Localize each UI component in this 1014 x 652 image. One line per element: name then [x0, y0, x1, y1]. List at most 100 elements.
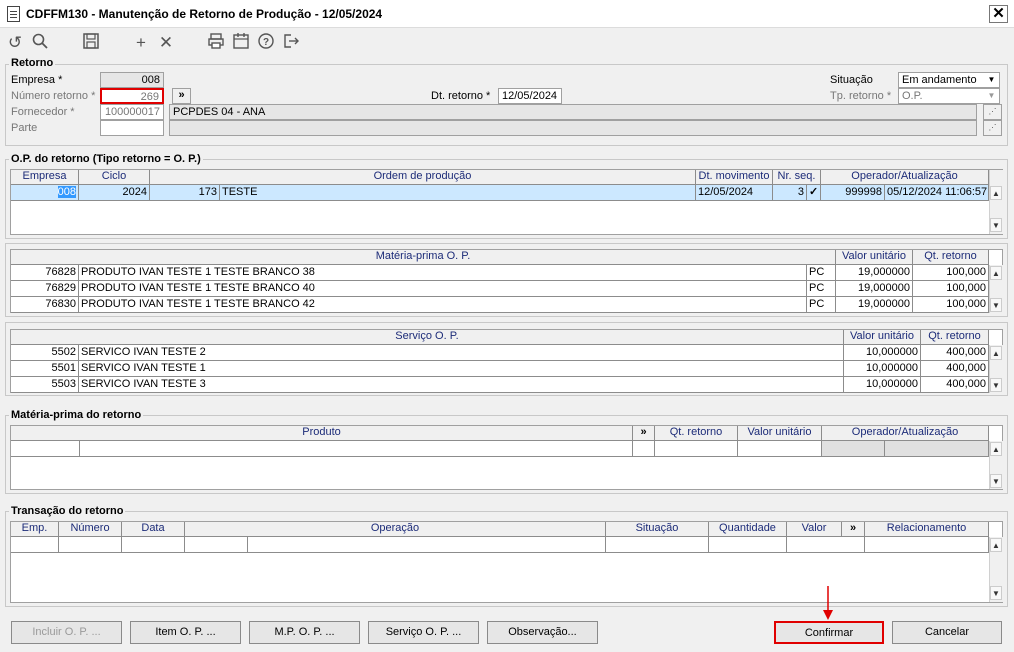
undo-icon[interactable]: ↺: [4, 32, 26, 54]
servico-op-header-valor[interactable]: Valor unitário: [844, 330, 921, 345]
svc-valor: 10,000000: [844, 361, 921, 377]
transacao-header-nav[interactable]: »: [842, 522, 865, 537]
op-header-operador[interactable]: Operador/Atualização: [821, 170, 989, 185]
parte-lookup-button[interactable]: ⋰: [983, 120, 1002, 136]
materia-op-header-qt[interactable]: Qt. retorno: [913, 250, 989, 265]
mp-qt: 100,000: [913, 265, 989, 281]
materia-ret-header-nav[interactable]: »: [633, 426, 655, 441]
chevron-down-icon[interactable]: ▼: [984, 89, 999, 103]
transacao-header-relacionamento[interactable]: Relacionamento: [865, 522, 989, 537]
svc-qt: 400,000: [921, 377, 989, 393]
materia-op-header-produto[interactable]: Matéria-prima O. P.: [11, 250, 836, 265]
tr-empty-cell[interactable]: [709, 537, 787, 553]
cancelar-button[interactable]: Cancelar: [892, 621, 1002, 644]
svc-valor: 10,000000: [844, 377, 921, 393]
tr-empty-cell[interactable]: [606, 537, 709, 553]
scroll-down-icon[interactable]: ▼: [990, 218, 1002, 232]
transacao-header-situacao[interactable]: Situação: [606, 522, 709, 537]
op-header-dt-movimento[interactable]: Dt. movimento: [696, 170, 773, 185]
table-row[interactable]: 76830 PRODUTO IVAN TESTE 1 TESTE BRANCO …: [11, 297, 989, 313]
op-header-ordem[interactable]: Ordem de produção: [150, 170, 696, 185]
transacao-header-operacao[interactable]: Operação: [185, 522, 606, 537]
incluir-op-button[interactable]: Incluir O. P. ...: [11, 621, 122, 644]
tr-empty-cell[interactable]: [59, 537, 122, 553]
chevron-down-icon[interactable]: ▼: [984, 73, 999, 87]
tr-empty-cell[interactable]: [248, 537, 606, 553]
tr-empty-cell[interactable]: [122, 537, 185, 553]
op-header-empresa[interactable]: Empresa: [11, 170, 79, 185]
numero-retorno-field[interactable]: 269: [100, 88, 164, 104]
op-cell-ciclo: 2024: [79, 185, 150, 201]
calendar-icon[interactable]: [230, 32, 252, 54]
table-row[interactable]: 5502 SERVICO IVAN TESTE 2 10,000000 400,…: [11, 345, 989, 361]
confirmar-button[interactable]: Confirmar: [774, 621, 884, 644]
fornecedor-label: Fornecedor *: [11, 106, 75, 118]
tr-empty-cell[interactable]: [185, 537, 248, 553]
servico-op-button[interactable]: Serviço O. P. ...: [368, 621, 479, 644]
transacao-header-numero[interactable]: Número: [59, 522, 122, 537]
scroll-up-icon[interactable]: ▲: [990, 442, 1002, 456]
table-row[interactable]: [11, 441, 989, 457]
tr-empty-cell[interactable]: [865, 537, 989, 553]
scroll-down-icon[interactable]: ▼: [990, 474, 1002, 488]
navigate-button[interactable]: »: [172, 88, 191, 104]
help-icon[interactable]: ?: [255, 32, 277, 54]
empresa-field[interactable]: 008: [100, 72, 164, 88]
op-header-ciclo[interactable]: Ciclo: [79, 170, 150, 185]
mr-empty-cell[interactable]: [738, 441, 822, 457]
mp-op-button[interactable]: M.P. O. P. ...: [249, 621, 360, 644]
parte-field[interactable]: [100, 120, 164, 136]
mr-empty-cell[interactable]: [11, 441, 80, 457]
scroll-up-icon[interactable]: ▲: [990, 266, 1002, 280]
delete-icon[interactable]: ✕: [155, 32, 177, 54]
scroll-down-icon[interactable]: ▼: [990, 586, 1002, 600]
dt-retorno-field[interactable]: 12/05/2024: [498, 88, 562, 104]
scroll-down-icon[interactable]: ▼: [990, 378, 1002, 392]
print-icon[interactable]: [205, 32, 227, 54]
fornecedor-code-field[interactable]: 100000017: [100, 104, 164, 120]
table-row[interactable]: 008 2024 173 TESTE 12/05/2024 3 ✓ 999998…: [11, 185, 989, 201]
svc-code: 5502: [11, 345, 79, 361]
window-title: CDFFM130 - Manutenção de Retorno de Prod…: [26, 7, 383, 21]
search-icon[interactable]: [29, 32, 51, 54]
scroll-up-icon[interactable]: ▲: [990, 186, 1002, 200]
exit-icon[interactable]: [280, 32, 302, 54]
tr-empty-cell[interactable]: [787, 537, 865, 553]
table-row[interactable]: [11, 537, 989, 553]
scroll-up-icon[interactable]: ▲: [990, 346, 1002, 360]
svc-code: 5501: [11, 361, 79, 377]
table-row[interactable]: 76829 PRODUTO IVAN TESTE 1 TESTE BRANCO …: [11, 281, 989, 297]
scroll-up-icon[interactable]: ▲: [990, 538, 1002, 552]
save-icon[interactable]: [80, 32, 102, 54]
add-icon[interactable]: +: [130, 32, 152, 54]
transacao-header-emp[interactable]: Emp.: [11, 522, 59, 537]
servico-op-header-qt[interactable]: Qt. retorno: [921, 330, 989, 345]
close-button[interactable]: ✕: [989, 5, 1008, 23]
scroll-down-icon[interactable]: ▼: [990, 298, 1002, 312]
servico-op-header-servico[interactable]: Serviço O. P.: [11, 330, 844, 345]
op-checkbox[interactable]: ✓: [807, 185, 821, 201]
transacao-header-quantidade[interactable]: Quantidade: [709, 522, 787, 537]
materia-ret-title: Matéria-prima do retorno: [9, 409, 144, 421]
materia-ret-header-produto[interactable]: Produto: [11, 426, 633, 441]
observacao-button[interactable]: Observação...: [487, 621, 598, 644]
parte-desc-field: [169, 120, 977, 136]
item-op-button[interactable]: Item O. P. ...: [130, 621, 241, 644]
op-header-nr-seq[interactable]: Nr. seq.: [773, 170, 821, 185]
mr-empty-cell[interactable]: [633, 441, 655, 457]
materia-op-header-valor[interactable]: Valor unitário: [836, 250, 913, 265]
mr-empty-cell[interactable]: [655, 441, 738, 457]
materia-ret-header-qt[interactable]: Qt. retorno: [655, 426, 738, 441]
materia-ret-header-valor[interactable]: Valor unitário: [738, 426, 822, 441]
table-row[interactable]: 5501 SERVICO IVAN TESTE 1 10,000000 400,…: [11, 361, 989, 377]
table-row[interactable]: 5503 SERVICO IVAN TESTE 3 10,000000 400,…: [11, 377, 989, 393]
materia-ret-header-operador[interactable]: Operador/Atualização: [822, 426, 989, 441]
fornecedor-lookup-button[interactable]: ⋰: [983, 104, 1002, 120]
table-row[interactable]: 76828 PRODUTO IVAN TESTE 1 TESTE BRANCO …: [11, 265, 989, 281]
op-cell-dt: 12/05/2024: [696, 185, 773, 201]
transacao-header-data[interactable]: Data: [122, 522, 185, 537]
mr-empty-cell[interactable]: [80, 441, 633, 457]
retorno-title: Retorno: [9, 57, 56, 69]
transacao-header-valor[interactable]: Valor: [787, 522, 842, 537]
tr-empty-cell[interactable]: [11, 537, 59, 553]
